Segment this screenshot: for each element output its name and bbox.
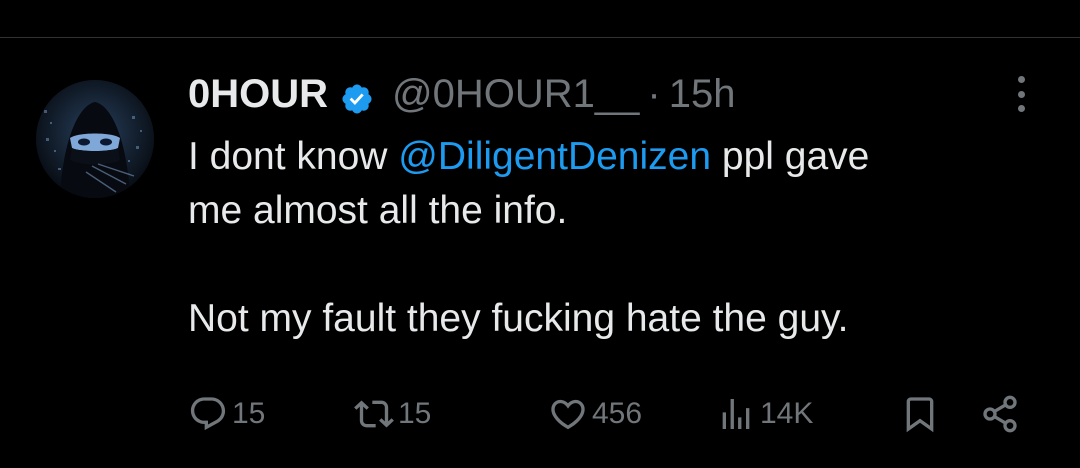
bookmark-button[interactable]	[900, 392, 940, 436]
reply-button[interactable]: 15	[188, 392, 265, 436]
header-separator: ·	[647, 72, 661, 116]
more-dot	[1017, 76, 1025, 83]
reply-icon	[188, 394, 228, 434]
retweet-button[interactable]: 15	[354, 392, 431, 436]
more-dot	[1017, 90, 1025, 98]
tweet-text-line: me almost all the info.	[188, 189, 568, 232]
tweet-text-fragment: ppl gave	[711, 135, 870, 178]
like-button[interactable]: 456	[548, 392, 642, 436]
action-bar: 15 15 456 14K	[188, 392, 1028, 436]
views-button[interactable]: 14K	[716, 392, 813, 436]
views-icon	[716, 394, 756, 434]
mention-link[interactable]: @DiligentDenizen	[398, 135, 711, 178]
verified-badge-icon	[340, 77, 374, 114]
tweet-header: 0HOUR @0HOUR1__ · 15h	[188, 68, 735, 120]
share-button[interactable]	[980, 392, 1020, 436]
more-options-icon[interactable]	[1006, 72, 1036, 116]
tweet-text: I dont know @DiligentDenizen ppl gave me…	[188, 130, 1048, 346]
top-divider	[0, 37, 1080, 38]
tweet-text-line: Not my fault they fucking hate the guy.	[188, 297, 849, 340]
avatar[interactable]	[36, 80, 154, 198]
author-display-name[interactable]: 0HOUR	[188, 68, 328, 120]
author-handle[interactable]: @0HOUR1__	[392, 68, 639, 120]
views-count: 14K	[760, 397, 814, 430]
like-count: 456	[592, 397, 643, 430]
heart-icon	[548, 394, 588, 434]
more-dot	[1017, 105, 1025, 112]
bookmark-icon	[900, 394, 940, 434]
retweet-icon	[354, 394, 394, 434]
tweet-page: 0HOUR @0HOUR1__ · 15h I dont know @Dilig…	[0, 0, 1080, 468]
share-icon	[980, 394, 1020, 434]
tweet-text-fragment: I dont know	[188, 135, 399, 178]
tweet-text-line: I dont know @DiligentDenizen ppl gave	[188, 130, 1048, 184]
tweet-timestamp[interactable]: 15h	[669, 68, 736, 120]
reply-count: 15	[232, 397, 266, 430]
retweet-count: 15	[398, 397, 432, 430]
